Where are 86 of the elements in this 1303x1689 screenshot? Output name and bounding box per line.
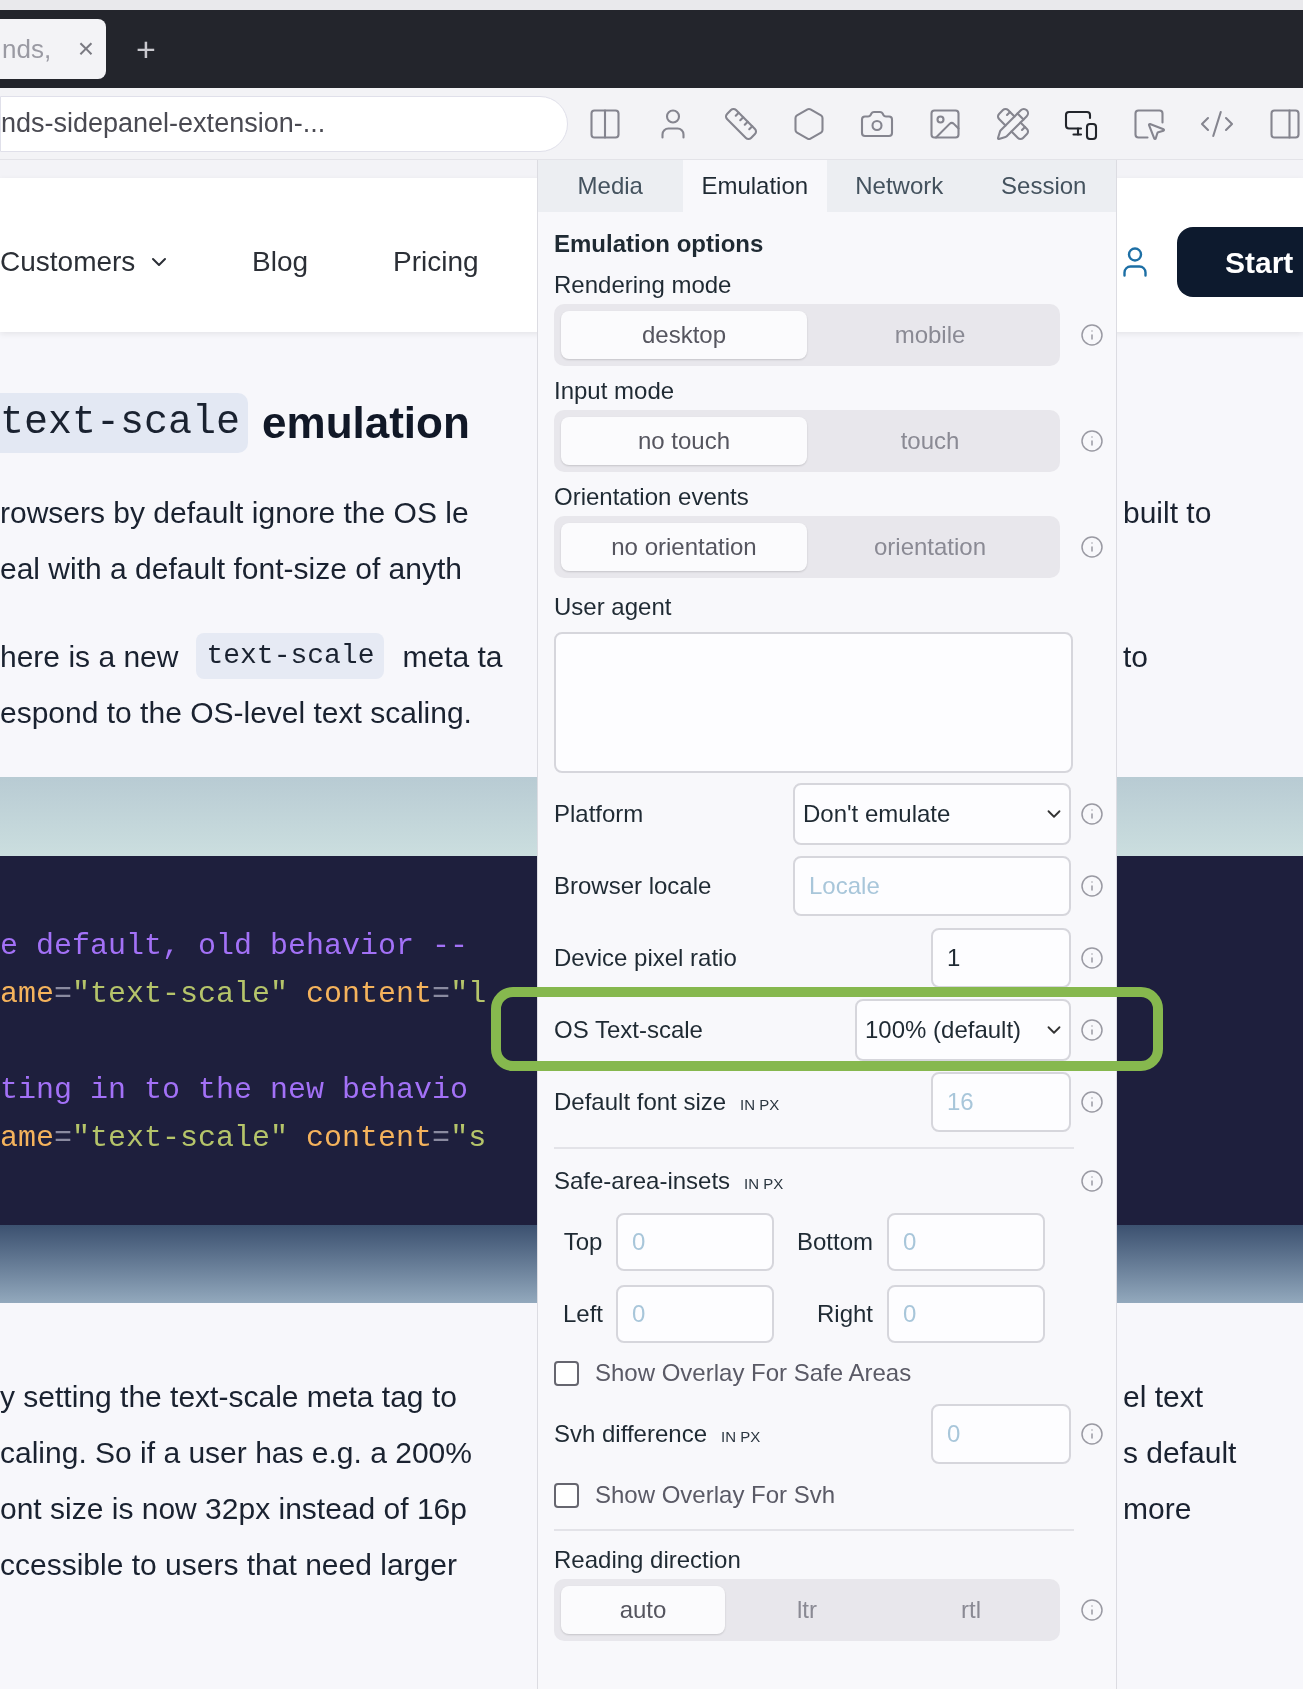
- code-line: ting in to the new behavio: [0, 1071, 469, 1109]
- segment-option[interactable]: no orientation: [561, 523, 807, 571]
- field-label: Safe-area-insets: [554, 1166, 731, 1196]
- checkbox-label: Show Overlay For Svh: [595, 1480, 836, 1510]
- field-label: User agent: [554, 592, 673, 622]
- nav-link[interactable]: Customers: [0, 241, 252, 283]
- info-icon[interactable]: [1080, 874, 1104, 898]
- info-icon[interactable]: [1080, 1018, 1104, 1042]
- paragraph-text: espond to the OS-level text scaling.: [0, 694, 472, 731]
- paragraph-text: more: [1123, 1491, 1192, 1525]
- address-bar[interactable]: nds-sidepanel-extension-...: [0, 95, 568, 152]
- field-label: OS Text-scale: [554, 1015, 703, 1045]
- code-line: e default, old behavior --: [0, 927, 469, 965]
- new-tab-button[interactable]: +: [136, 23, 156, 75]
- segment-option[interactable]: auto: [561, 1586, 725, 1634]
- heading-code: text-scale: [0, 393, 249, 453]
- close-button[interactable]: ×: [77, 28, 94, 70]
- info-icon[interactable]: [1080, 946, 1104, 970]
- dropdown-select[interactable]: 100% (default): [855, 999, 1071, 1061]
- field-label: Svh difference: [554, 1419, 707, 1449]
- field-label: Device pixel ratio: [554, 943, 737, 973]
- field-label: Platform: [554, 799, 644, 829]
- hexagon-icon[interactable]: [791, 105, 827, 142]
- inset-label: Left: [562, 1299, 604, 1329]
- pencil-ruler-icon[interactable]: [995, 105, 1031, 142]
- paragraph-text: ont size is now 32px instead of 16p: [0, 1490, 468, 1527]
- info-icon[interactable]: [1080, 802, 1104, 826]
- paragraph-text: eal with a default font-size of anyth: [0, 550, 462, 587]
- ruler-icon[interactable]: [723, 105, 759, 142]
- inset-field[interactable]: 0: [616, 1285, 774, 1343]
- info-icon[interactable]: [1080, 429, 1104, 453]
- dropdown-select[interactable]: Don't emulate: [793, 783, 1071, 845]
- number-field[interactable]: 1: [931, 928, 1071, 988]
- start-button[interactable]: Start: [1177, 227, 1303, 297]
- code-line: ame="text-scale" content="l: [0, 975, 487, 1013]
- number-field[interactable]: 0: [931, 1404, 1071, 1464]
- info-icon[interactable]: [1080, 1090, 1104, 1114]
- field-label: Reading direction: [554, 1545, 742, 1575]
- field-label: Input mode: [554, 376, 676, 406]
- field-label: Orientation events: [554, 482, 750, 512]
- paragraph-text: rowsers by default ignore the OS le: [0, 494, 469, 531]
- paragraph-text: meta ta: [402, 638, 503, 675]
- paragraph-text: el text: [1123, 1379, 1204, 1413]
- info-icon[interactable]: [1080, 1598, 1104, 1622]
- paragraph-text: built to: [1123, 495, 1212, 529]
- checkbox[interactable]: [554, 1360, 579, 1386]
- segment-option[interactable]: desktop: [561, 311, 807, 359]
- inset-label: Right: [815, 1299, 874, 1329]
- inline-code: text-scale: [196, 633, 385, 679]
- panel-tab[interactable]: Emulation: [682, 160, 827, 212]
- inset-field[interactable]: 0: [616, 1213, 774, 1271]
- field-label: Browser locale: [554, 871, 712, 901]
- field-label: Default font size: [554, 1087, 727, 1117]
- paragraph-text: to: [1123, 639, 1149, 673]
- text-field[interactable]: Locale: [793, 856, 1071, 916]
- paragraph-text: here is a new: [0, 638, 179, 675]
- browser-tab[interactable]: nds, ×: [0, 19, 106, 79]
- checkbox-label: Show Overlay For Safe Areas: [595, 1358, 912, 1388]
- nav-link[interactable]: Pricing: [393, 241, 534, 283]
- inset-field[interactable]: 0: [887, 1213, 1045, 1271]
- panel-tab[interactable]: Media: [538, 160, 683, 212]
- paragraph-text: y setting the text-scale meta tag to: [0, 1378, 458, 1415]
- segment-option[interactable]: no touch: [561, 417, 807, 465]
- paragraph-text: ccessible to users that need larger: [0, 1546, 458, 1583]
- info-icon[interactable]: [1080, 1422, 1104, 1446]
- user-agent-field[interactable]: [554, 632, 1073, 773]
- panel-tab[interactable]: Network: [827, 160, 972, 212]
- nav-link[interactable]: Blog: [252, 241, 393, 283]
- info-icon[interactable]: [1080, 535, 1104, 559]
- heading: emulation: [262, 397, 470, 449]
- unit-label: IN PX: [740, 1095, 780, 1115]
- unit-label: IN PX: [744, 1174, 784, 1194]
- unit-label: IN PX: [721, 1427, 761, 1447]
- paragraph-text: caling. So if a user has e.g. a 200%: [0, 1434, 473, 1471]
- field-label: Rendering mode: [554, 270, 733, 300]
- inset-label: Top: [562, 1227, 604, 1257]
- info-icon[interactable]: [1080, 1169, 1104, 1193]
- code-line: ame="text-scale" content="s: [0, 1119, 487, 1157]
- paragraph-text: s default: [1123, 1435, 1237, 1469]
- inset-field[interactable]: 0: [887, 1285, 1045, 1343]
- panel-title: Emulation options: [554, 229, 765, 259]
- inset-label: Bottom: [795, 1227, 874, 1257]
- checkbox[interactable]: [554, 1482, 579, 1508]
- number-field[interactable]: 16: [931, 1072, 1071, 1132]
- panel-tab[interactable]: Session: [971, 160, 1116, 212]
- info-icon[interactable]: [1080, 323, 1104, 347]
